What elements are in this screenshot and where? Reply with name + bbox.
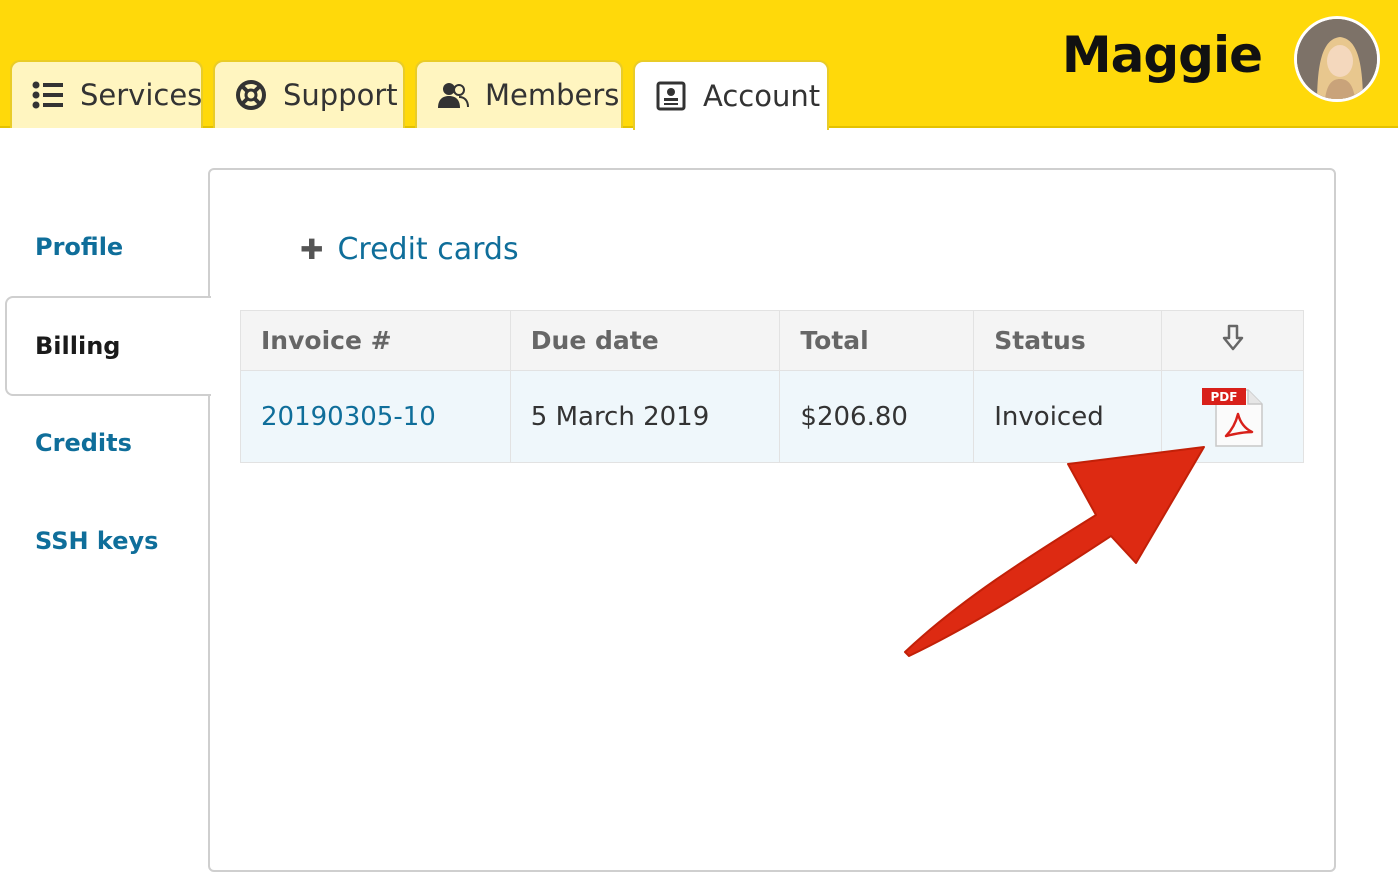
download-cell: PDF <box>1161 370 1304 463</box>
users-icon <box>437 79 469 111</box>
pdf-badge-label: PDF <box>1210 390 1237 404</box>
tab-members[interactable]: Members <box>415 60 623 128</box>
column-header-invoice[interactable]: Invoice # <box>240 310 511 371</box>
tab-services[interactable]: Services <box>10 60 203 128</box>
invoice-table: Invoice # Due date Total Status 20190305… <box>240 310 1304 463</box>
sidebar-item-billing[interactable]: Billing <box>5 296 211 396</box>
sidebar-item-billing-label: Billing <box>35 332 121 360</box>
invoice-number-link[interactable]: 20190305-10 <box>240 370 511 463</box>
total-cell: $206.80 <box>779 370 975 463</box>
table-row: 20190305-10 5 March 2019 $206.80 Invoice… <box>240 370 1304 463</box>
user-name[interactable]: Maggie <box>1062 26 1263 84</box>
list-icon <box>32 79 64 111</box>
status-cell: Invoiced <box>973 370 1163 463</box>
column-header-due-date[interactable]: Due date <box>509 310 781 371</box>
due-date-cell: 5 March 2019 <box>509 370 781 463</box>
sidebar-item-ssh-keys[interactable]: SSH keys <box>35 527 158 555</box>
column-header-status[interactable]: Status <box>973 310 1163 371</box>
lifebuoy-icon <box>235 79 267 111</box>
pdf-icon[interactable]: PDF <box>1201 386 1264 448</box>
sidebar-item-credits[interactable]: Credits <box>35 429 132 457</box>
credit-cards-link[interactable]: ✚ Credit cards <box>300 232 519 267</box>
download-arrow-icon <box>1222 324 1243 350</box>
tab-account-label: Account <box>703 79 821 113</box>
sidebar-item-profile[interactable]: Profile <box>35 233 123 261</box>
tab-support-label: Support <box>283 78 398 112</box>
column-header-total[interactable]: Total <box>779 310 975 371</box>
column-header-download <box>1161 310 1304 371</box>
contact-card-icon <box>655 80 687 112</box>
credit-cards-label: Credit cards <box>337 232 519 267</box>
avatar[interactable] <box>1294 16 1380 102</box>
tab-members-label: Members <box>485 78 620 112</box>
top-header: Services Support Members Account Maggie <box>0 0 1398 130</box>
billing-panel <box>208 168 1336 872</box>
tab-account[interactable]: Account <box>633 60 829 130</box>
tab-support[interactable]: Support <box>213 60 405 128</box>
table-header-row: Invoice # Due date Total Status <box>240 310 1304 371</box>
plus-icon: ✚ <box>300 233 324 266</box>
tab-services-label: Services <box>80 78 203 112</box>
